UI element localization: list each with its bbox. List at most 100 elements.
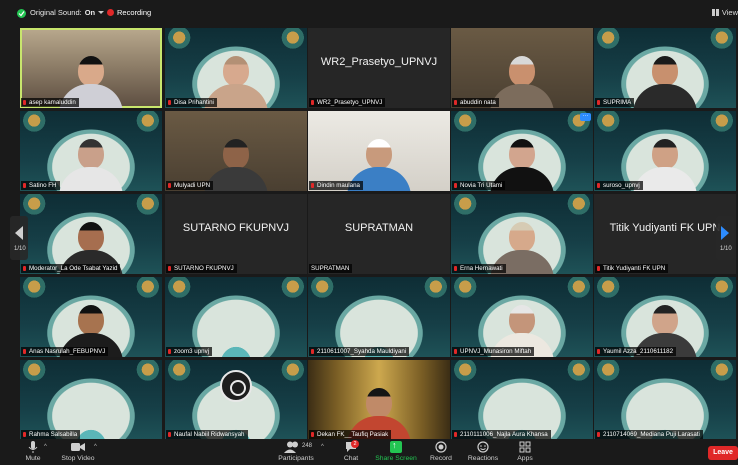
participant-tile[interactable]: Disa Prihantini <box>165 28 307 108</box>
record-button[interactable]: Record <box>428 441 454 462</box>
video-camera-icon <box>60 441 96 453</box>
participant-name: Satino FH <box>29 182 57 189</box>
muted-mic-icon <box>597 432 600 437</box>
chevron-down-icon[interactable] <box>98 11 104 14</box>
participant-name: Naufal Nabiil Ridwansyah <box>174 431 245 438</box>
participant-nametag: zoom3 upnvj <box>166 347 213 356</box>
view-button[interactable]: View <box>711 8 738 17</box>
participant-name: Titik Yudiyanti FK UPN <box>603 265 666 272</box>
participant-name: Dindin maulana <box>317 182 360 189</box>
participant-tile[interactable]: Titik Yudiyanti FK UPN Titik Yudiyanti FK… <box>594 194 736 274</box>
muted-mic-icon <box>597 349 600 354</box>
participant-tile[interactable]: ··· Novia Tri Utami <box>451 111 593 191</box>
meeting-topbar: Original Sound: On Recording View <box>0 0 738 26</box>
participant-display-name: WR2_Prasetyo_UPNVJ <box>320 56 438 68</box>
participant-name: WR2_Prasetyo_UPNVJ <box>317 99 383 106</box>
participant-nametag: Titik Yudiyanti FK UPN <box>595 264 669 273</box>
participant-video <box>59 139 123 191</box>
muted-mic-icon <box>454 100 457 105</box>
chat-icon: 2 <box>340 440 362 453</box>
participant-name: abuddin nata <box>460 99 496 106</box>
participant-name: Erna Hernawati <box>460 265 503 272</box>
participant-tile[interactable]: Naufal Nabiil Ridwansyah <box>165 360 307 440</box>
participant-tile[interactable]: Anas Nasrulah_FEBUPNVJ <box>20 277 162 357</box>
leave-button[interactable]: Leave <box>708 446 738 460</box>
chevron-up-icon[interactable]: ^ <box>321 444 324 450</box>
participant-nametag: Erna Hernawati <box>452 264 506 273</box>
share-screen-icon <box>390 440 402 453</box>
chevron-up-icon[interactable]: ^ <box>44 444 47 450</box>
participant-nametag: Satino FH <box>21 181 60 190</box>
participant-tile[interactable]: Satino FH <box>20 111 162 191</box>
participant-nametag: Yaumil Azza_2110611182 <box>595 347 677 356</box>
participants-icon: 248 <box>278 441 314 453</box>
participant-tile[interactable]: Erna Hernawati <box>451 194 593 274</box>
muted-mic-icon <box>597 100 600 105</box>
participant-tile[interactable]: 2110111006_Najla Aura Khansa <box>451 360 593 440</box>
participant-tile[interactable]: zoom3 upnvj <box>165 277 307 357</box>
microphone-icon <box>22 441 44 453</box>
chevron-up-icon[interactable]: ^ <box>94 444 97 450</box>
recording-label: Recording <box>117 8 152 17</box>
participant-nametag: Moderator_La Ode Tsabat Yazid <box>21 264 121 273</box>
muted-mic-icon <box>454 183 457 188</box>
record-label: Record <box>430 455 452 462</box>
stop-video-button[interactable]: Stop Video <box>60 441 96 462</box>
muted-mic-icon <box>454 266 457 271</box>
participant-tile[interactable]: 2110714069_Mediana Puji Larasati <box>594 360 736 440</box>
participant-display-name: SUTARNO FKUPNVJ <box>182 222 290 234</box>
stop-video-label: Stop Video <box>61 455 95 462</box>
meeting-toolbar: Mute ^ Stop Video ^ 248 Participants ^ 2… <box>0 439 738 465</box>
participant-name: Anas Nasrulah_FEBUPNVJ <box>29 348 106 355</box>
participant-nametag: Disa Prihantini <box>166 98 217 107</box>
chat-button[interactable]: 2 Chat <box>340 440 362 462</box>
apps-button[interactable]: Apps <box>514 441 536 462</box>
participant-tile[interactable]: WR2_Prasetyo_UPNVJ WR2_Prasetyo_UPNVJ <box>308 28 450 108</box>
muted-mic-icon <box>168 100 171 105</box>
recording-indicator[interactable]: Recording <box>107 8 151 17</box>
participant-nametag: SUPRIMA <box>595 98 635 107</box>
participant-name: SUPRATMAN <box>311 265 350 272</box>
participant-tile[interactable]: asep kamaluddin <box>20 28 162 108</box>
more-options-button[interactable]: ··· <box>580 113 591 121</box>
apps-icon <box>514 441 536 453</box>
participant-tile[interactable]: Rahma Salsabilla <box>20 360 162 440</box>
participant-display-name: Titik Yudiyanti FK UPN <box>609 222 721 234</box>
participant-tile[interactable]: abuddin nata <box>451 28 593 108</box>
participant-tile[interactable]: suroso_upnvj <box>594 111 736 191</box>
share-screen-button[interactable]: Share Screen <box>374 440 418 462</box>
muted-mic-icon <box>311 100 314 105</box>
original-sound-value: On <box>84 8 96 17</box>
participant-nametag: Novia Tri Utami <box>452 181 506 190</box>
participant-nametag: suroso_upnvj <box>595 181 643 190</box>
participant-tile[interactable]: Yaumil Azza_2110611182 <box>594 277 736 357</box>
participant-nametag: Dindin maulana <box>309 181 363 190</box>
chat-badge: 2 <box>351 440 359 448</box>
participant-tile[interactable]: Dekan FK__Taufiq Pasiak <box>308 360 450 440</box>
participant-tile[interactable]: Mulyadi UPN <box>165 111 307 191</box>
muted-mic-icon <box>168 349 171 354</box>
participant-tile[interactable]: UPNVJ_Munasiron Miftah <box>451 277 593 357</box>
participant-tile[interactable]: 2110611007_Syahda Mauldiyani <box>308 277 450 357</box>
reactions-button[interactable]: Reactions <box>466 441 500 462</box>
previous-page-button[interactable]: 1/10 <box>10 216 28 260</box>
muted-mic-icon <box>454 349 457 354</box>
next-page-button[interactable]: 1/10 <box>716 216 734 260</box>
participant-nametag: 2110611007_Syahda Mauldiyani <box>309 347 410 356</box>
participants-button[interactable]: 248 Participants <box>278 441 314 462</box>
original-sound-toggle[interactable]: Original Sound: On <box>30 8 95 17</box>
participant-name: suroso_upnvj <box>603 182 640 189</box>
participant-tile[interactable]: Dindin maulana <box>308 111 450 191</box>
participant-tile[interactable]: SUPRIMA <box>594 28 736 108</box>
participant-name: Yaumil Azza_2110611182 <box>603 348 674 355</box>
page-indicator-left: 1/10 <box>14 246 26 252</box>
view-label: View <box>721 8 738 17</box>
mute-button[interactable]: Mute <box>22 441 44 462</box>
participant-name: Rahma Salsabilla <box>29 431 78 438</box>
participant-name: 2110111006_Najla Aura Khansa <box>460 431 548 438</box>
participant-tile[interactable]: SUPRATMAN SUPRATMAN <box>308 194 450 274</box>
participant-tile[interactable]: SUTARNO FKUPNVJ SUTARNO FKUPNVJ <box>165 194 307 274</box>
shield-icon[interactable] <box>17 9 26 18</box>
participant-tile[interactable]: Moderator_La Ode Tsabat Yazid <box>20 194 162 274</box>
muted-mic-icon <box>168 183 171 188</box>
